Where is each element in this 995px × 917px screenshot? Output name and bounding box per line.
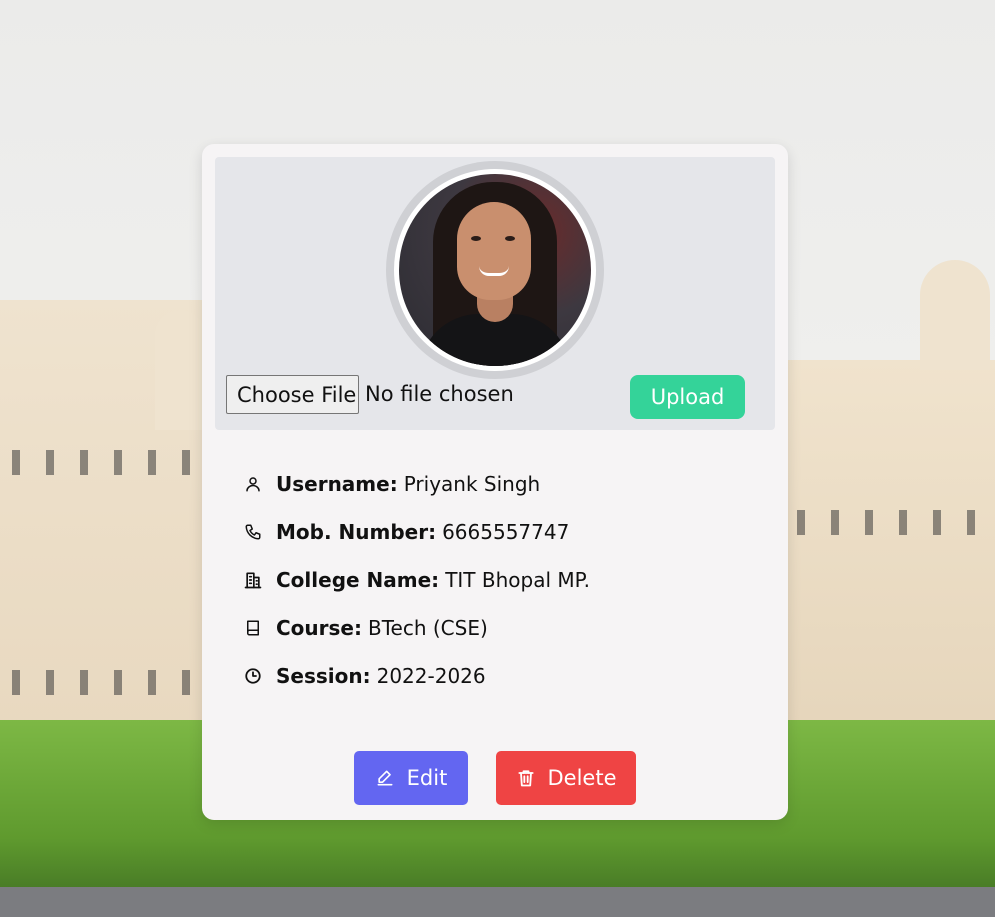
detail-label: Username: <box>276 472 398 496</box>
trash-icon <box>516 768 536 788</box>
detail-mobile: Mob. Number: 6665557747 <box>242 508 590 556</box>
detail-value: BTech (CSE) <box>368 616 488 640</box>
detail-value: 6665557747 <box>442 520 570 544</box>
building-left <box>0 300 205 750</box>
profile-details: Username: Priyank Singh Mob. Number: 666… <box>242 460 590 700</box>
edit-button[interactable]: Edit <box>354 751 468 805</box>
delete-label: Delete <box>547 766 617 790</box>
detail-label: College Name: <box>276 568 440 592</box>
detail-label: Mob. Number: <box>276 520 437 544</box>
avatar <box>399 174 591 366</box>
detail-label: Course: <box>276 616 362 640</box>
edit-label: Edit <box>406 766 448 790</box>
profile-header: Choose File No file chosen Upload <box>215 157 775 430</box>
building-right-tower <box>920 260 990 370</box>
building-icon <box>242 569 264 591</box>
detail-value: TIT Bhopal MP. <box>445 568 590 592</box>
clock-icon <box>242 665 264 687</box>
phone-icon <box>242 521 264 543</box>
detail-session: Session: 2022-2026 <box>242 652 590 700</box>
detail-label: Session: <box>276 664 371 688</box>
delete-button[interactable]: Delete <box>496 751 636 805</box>
book-icon <box>242 617 264 639</box>
detail-value: 2022-2026 <box>376 664 486 688</box>
choose-file-button[interactable]: Choose File <box>226 375 359 414</box>
pencil-icon <box>375 768 395 788</box>
road <box>0 887 995 917</box>
file-status-text: No file chosen <box>365 382 514 406</box>
detail-username: Username: Priyank Singh <box>242 460 590 508</box>
upload-button[interactable]: Upload <box>630 375 745 419</box>
avatar-frame <box>386 161 604 379</box>
detail-college: College Name: TIT Bhopal MP. <box>242 556 590 604</box>
detail-course: Course: BTech (CSE) <box>242 604 590 652</box>
detail-value: Priyank Singh <box>403 472 541 496</box>
user-icon <box>242 473 264 495</box>
building-right <box>785 260 995 720</box>
profile-card: Choose File No file chosen Upload Userna… <box>202 144 788 820</box>
